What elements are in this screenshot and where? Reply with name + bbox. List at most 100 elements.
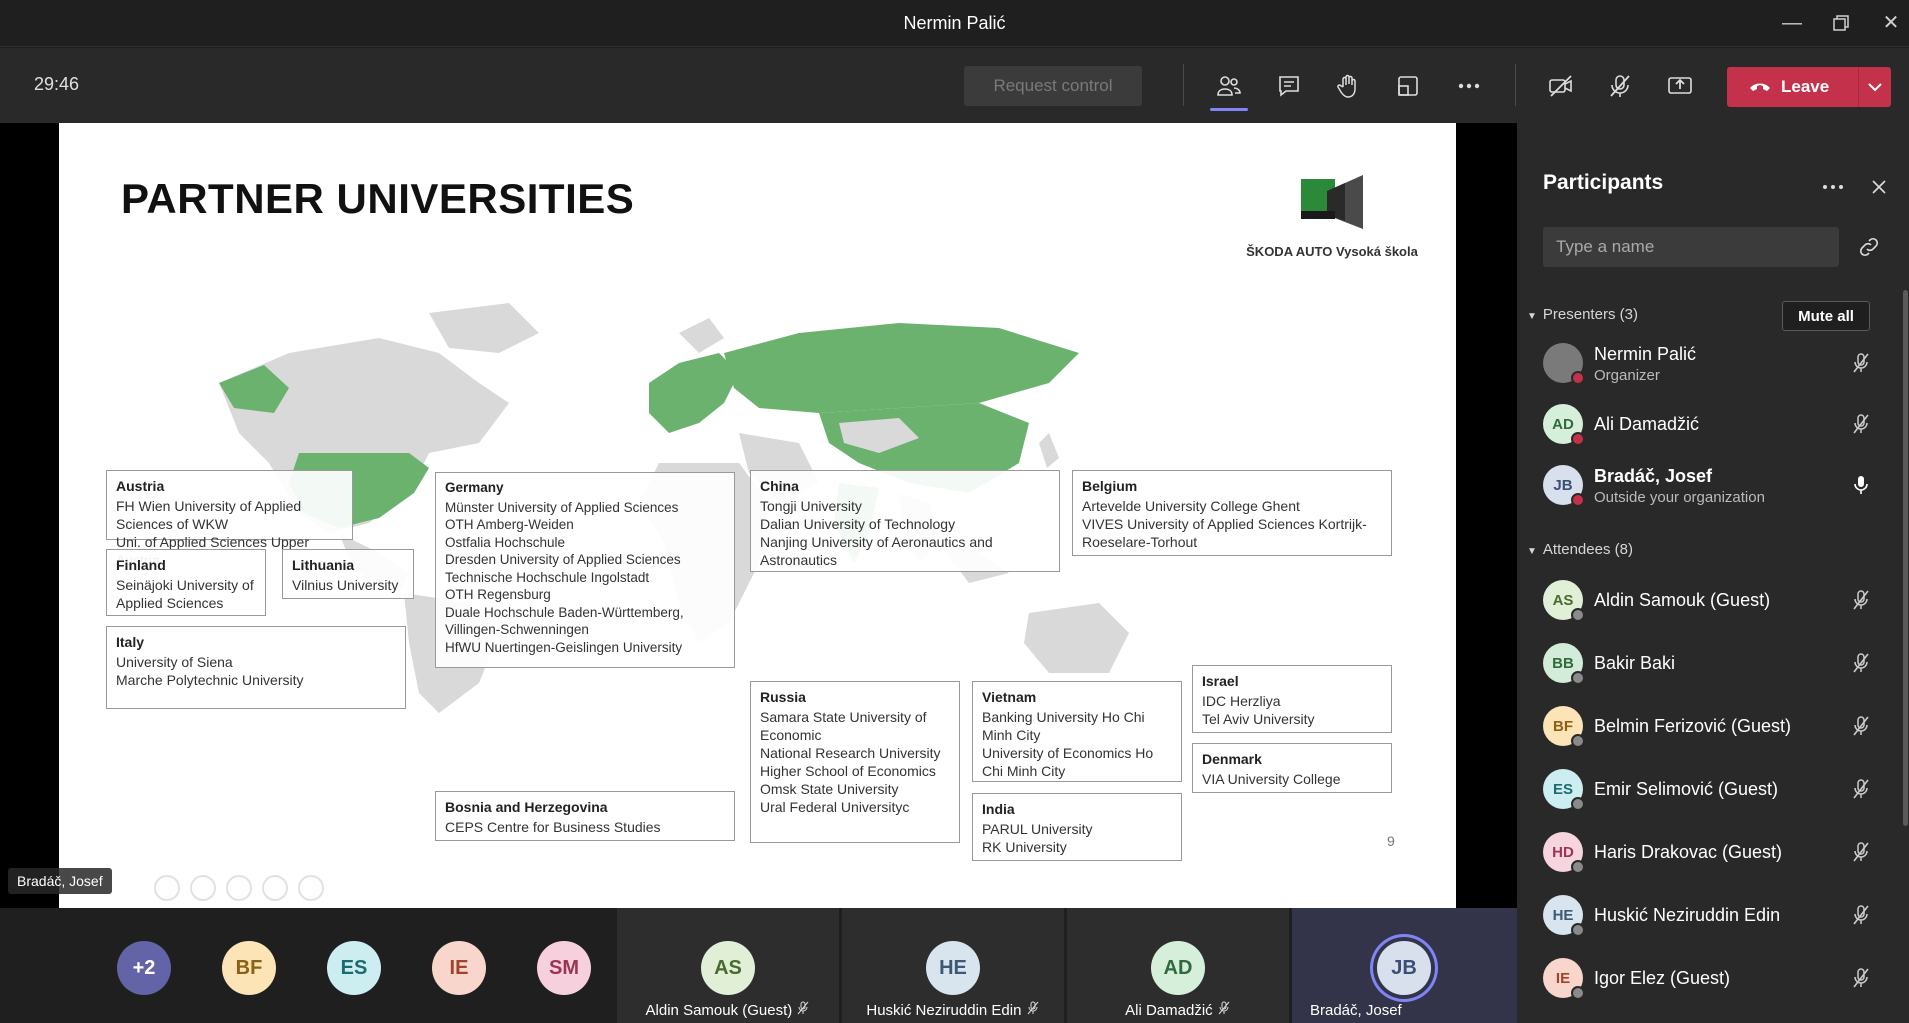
chat-icon[interactable]	[1273, 70, 1305, 102]
presence-status-icon	[1571, 797, 1585, 811]
university-name: PARUL University	[982, 821, 1093, 837]
country-box-finland: Finland Seinäjoki University of Applied …	[106, 549, 266, 616]
video-tile[interactable]: HE Huskić Neziruddin Edin	[842, 908, 1064, 1023]
logo-text: ŠKODA AUTO Vysoká škola	[1246, 244, 1418, 259]
leave-button[interactable]: Leave	[1727, 67, 1891, 107]
university-name: Duale Hochschule Baden-Württemberg, Vill…	[445, 604, 684, 638]
avatar[interactable]: IE	[432, 941, 486, 995]
restore-icon[interactable]	[1826, 8, 1856, 38]
avatar: AS	[701, 941, 755, 995]
participant-role: Outside your organization	[1594, 489, 1765, 506]
avatar[interactable]: BF	[222, 941, 276, 995]
raise-hand-icon[interactable]	[1332, 70, 1364, 102]
camera-off-icon[interactable]	[1545, 70, 1577, 102]
participant-row[interactable]: BF Belmin Ferizović (Guest)	[1517, 697, 1909, 755]
participant-row[interactable]: IE Igor Elez (Guest)	[1517, 949, 1909, 1007]
country-box-austria: Austria FH Wien University of Applied Sc…	[106, 470, 353, 568]
overflow-participants-button[interactable]: +2	[117, 941, 171, 995]
university-name: Ostfalia Hochschule	[445, 534, 566, 550]
participant-name: Ali Damadžić	[1594, 414, 1700, 434]
rooms-icon[interactable]	[1392, 70, 1424, 102]
mic-off-icon[interactable]	[1604, 70, 1636, 102]
share-invite-icon[interactable]	[1857, 235, 1881, 259]
share-screen-icon[interactable]	[1664, 70, 1696, 102]
attendees-section-header[interactable]: ▼ Attendees (8)	[1527, 541, 1633, 558]
university-name: Samara State University of Economic	[760, 709, 927, 743]
participant-row[interactable]: Nermin Palić Organizer	[1517, 334, 1909, 392]
video-tile-active-speaker[interactable]: JB Bradáč, Josef	[1292, 908, 1517, 1023]
tile-name: Aldin Samouk (Guest)	[617, 1001, 839, 1019]
more-actions-icon[interactable]	[1453, 70, 1485, 102]
participant-name: Bakir Baki	[1594, 653, 1676, 673]
university-name: Nanjing University of Aeronautics and As…	[760, 534, 993, 568]
video-tile[interactable]: AS Aldin Samouk (Guest)	[617, 908, 839, 1023]
mic-off-icon[interactable]	[1849, 714, 1873, 738]
university-name: RK University	[982, 839, 1067, 855]
university-name: Artevelde University College Ghent	[1082, 498, 1300, 514]
search-input[interactable]	[1543, 227, 1839, 267]
presence-status-icon	[1571, 671, 1585, 685]
participant-name: Huskić Neziruddin Edin	[1594, 905, 1781, 925]
university-name: CEPS Centre for Business Studies	[445, 819, 661, 835]
mic-off-icon[interactable]	[1849, 903, 1873, 927]
slide-tool-icon[interactable]	[154, 875, 180, 901]
slide-tool-icon[interactable]	[226, 875, 252, 901]
chevron-down-icon[interactable]	[1859, 79, 1891, 95]
university-name: HfWU Nuertingen-Geislingen University	[445, 639, 683, 655]
participant-row[interactable]: ES Emir Selimović (Guest)	[1517, 760, 1909, 818]
university-name: Seinäjoki University of Applied Sciences	[116, 577, 254, 611]
country-box-lithuania: Lithuania Vilnius University	[282, 549, 414, 599]
avatar[interactable]: ES	[327, 941, 381, 995]
slide-tool-icon[interactable]	[190, 875, 216, 901]
more-options-icon[interactable]	[1819, 173, 1847, 201]
window-title: Nermin Palić	[903, 13, 1006, 33]
slide-tool-icon[interactable]	[298, 875, 324, 901]
university-name: OTH Regensburg	[445, 587, 551, 602]
participant-row[interactable]: JB Bradáč, Josef Outside your organization	[1517, 456, 1909, 514]
country-name: Austria	[116, 478, 165, 494]
slide-tool-icon[interactable]	[262, 875, 288, 901]
tile-name: Bradáč, Josef	[1310, 1002, 1402, 1019]
participant-name: Belmin Ferizović (Guest)	[1594, 716, 1792, 736]
avatar[interactable]: SM	[537, 941, 591, 995]
country-name: Italy	[116, 634, 145, 650]
video-tile[interactable]: AD Ali Damadžić	[1067, 908, 1289, 1023]
participant-row[interactable]: AS Aldin Samouk (Guest)	[1517, 571, 1909, 629]
participant-row[interactable]: HE Huskić Neziruddin Edin	[1517, 886, 1909, 944]
mic-off-icon[interactable]	[1849, 966, 1873, 990]
skoda-auto-logo: ŠKODA AUTO Vysoká škola	[1242, 171, 1422, 259]
university-name: Tel Aviv University	[1202, 711, 1315, 727]
mic-on-icon[interactable]	[1849, 473, 1873, 497]
mic-off-icon[interactable]	[1849, 412, 1873, 436]
mic-off-icon[interactable]	[1849, 840, 1873, 864]
mute-all-button[interactable]: Mute all	[1782, 301, 1870, 331]
close-panel-icon[interactable]	[1867, 175, 1891, 199]
participant-name: Emir Selimović (Guest)	[1594, 779, 1779, 799]
slide-page-number: 9	[1387, 833, 1395, 849]
country-name: Germany	[445, 480, 504, 495]
university-name: Dalian University of Technology	[760, 516, 956, 532]
participant-row[interactable]: AD Ali Damadžić	[1517, 395, 1909, 453]
mic-off-icon[interactable]	[1849, 777, 1873, 801]
participant-row[interactable]: HD Haris Drakovac (Guest)	[1517, 823, 1909, 881]
slide-tools	[154, 875, 324, 901]
request-control-button[interactable]: Request control	[964, 66, 1142, 106]
university-name: Ural Federal Universityc	[760, 799, 910, 815]
presenters-section-header[interactable]: ▼ Presenters (3)	[1527, 306, 1638, 323]
university-name: IDC Herzliya	[1202, 693, 1281, 709]
participant-row[interactable]: BB Bakir Baki	[1517, 634, 1909, 692]
panel-scrollbar[interactable]	[1903, 290, 1908, 826]
minimize-icon[interactable]: —	[1777, 8, 1807, 38]
country-box-israel: Israel IDC Herzliya Tel Aviv University	[1192, 665, 1392, 733]
close-window-icon[interactable]: ✕	[1876, 8, 1906, 38]
hang-up-icon	[1750, 83, 1770, 91]
country-box-vietnam: Vietnam Banking University Ho Chi Minh C…	[972, 681, 1182, 782]
mic-off-icon[interactable]	[1849, 351, 1873, 375]
mic-off-icon[interactable]	[1849, 588, 1873, 612]
participants-icon[interactable]	[1213, 70, 1245, 102]
title-bar: Nermin Palić — ✕	[0, 0, 1909, 47]
toolbar-divider	[1183, 64, 1184, 106]
university-name: University of Siena	[116, 654, 233, 670]
mic-off-icon[interactable]	[1849, 651, 1873, 675]
participant-name: Bradáč, Josef	[1594, 466, 1713, 486]
